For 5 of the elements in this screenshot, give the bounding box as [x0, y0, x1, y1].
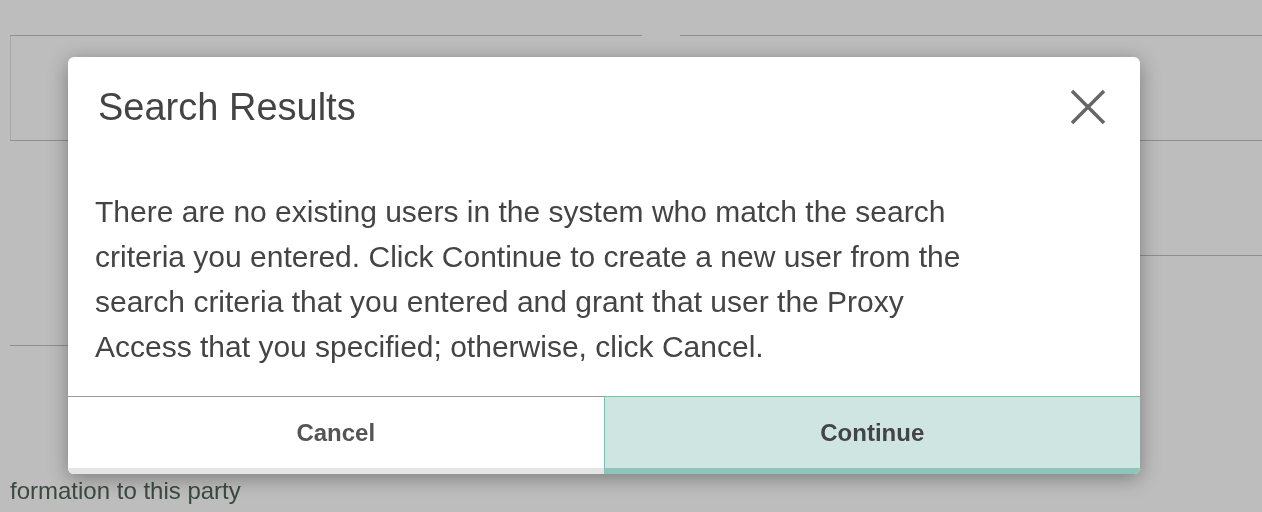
cancel-button[interactable]: Cancel — [68, 396, 604, 474]
continue-button[interactable]: Continue — [603, 396, 1140, 474]
body-text: formation to this party — [10, 479, 241, 505]
dialog-message: There are no existing users in the system who match the search criteria you entered. Click Continue to create a new user from the search criteria that you entered and grant that user the Proxy Access that you specified; otherwise, click Cancel. — [95, 194, 962, 365]
dialog-title: Search Results — [98, 84, 356, 130]
